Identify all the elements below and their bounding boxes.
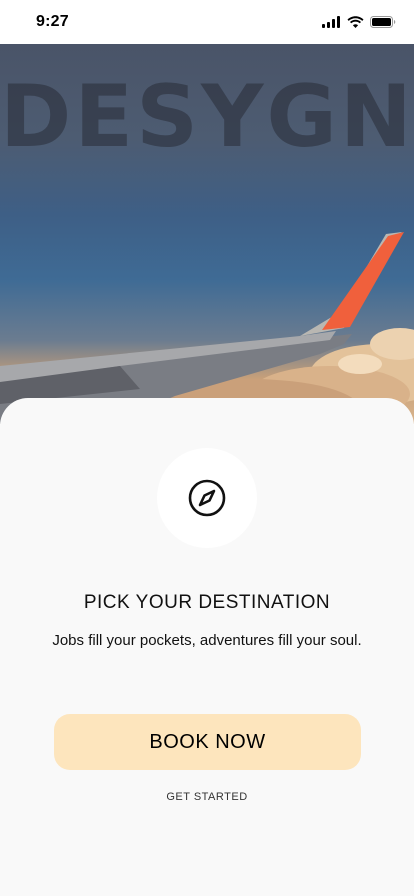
hero-image: DESYGN — [0, 44, 414, 424]
page-title: PICK YOUR DESTINATION — [83, 592, 331, 613]
battery-icon — [370, 16, 396, 28]
status-time: 9:27 — [36, 13, 69, 30]
onboarding-card: PICK YOUR DESTINATION Jobs fill your poc… — [0, 398, 414, 896]
status-bar: 9:27 — [0, 0, 414, 44]
compass-icon-container — [157, 448, 257, 548]
signal-icon — [322, 16, 340, 28]
status-icons — [322, 16, 396, 28]
page-subtitle: Jobs fill your pockets, adventures fill … — [52, 632, 362, 649]
get-started-link[interactable]: GET STARTED — [0, 791, 414, 803]
compass-icon — [188, 479, 226, 517]
wifi-icon — [347, 16, 364, 28]
brand-watermark: DESYGN — [0, 67, 414, 167]
book-now-button[interactable]: BOOK NOW — [54, 714, 361, 770]
